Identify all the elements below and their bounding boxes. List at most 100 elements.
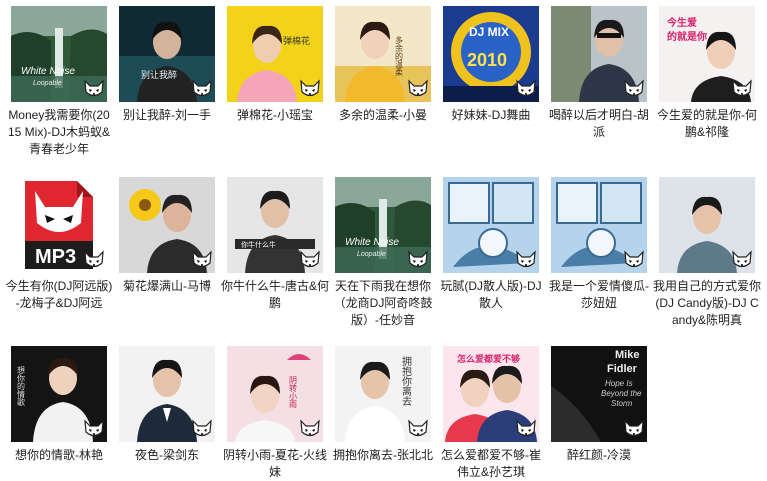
album-title[interactable]: 想你的情歌-林艳 — [5, 447, 113, 464]
album-title[interactable]: 醉红颜-冷漠 — [545, 447, 653, 464]
fox-icon — [624, 419, 644, 437]
svg-text:拥抱你离去: 拥抱你离去 — [400, 355, 412, 406]
album-title[interactable]: 弹棉花-小瑶宝 — [221, 107, 329, 124]
album-cover[interactable]: 阴转小雨 — [227, 346, 323, 442]
album-cover[interactable]: 弹棉花 — [227, 6, 323, 102]
album-tile[interactable]: MP3 今生有你(DJ阿远版)-龙梅子&DJ阿远 — [6, 177, 112, 312]
svg-text:2010: 2010 — [467, 50, 507, 70]
album-cover[interactable]: White Noise Loopable — [11, 6, 107, 102]
album-title[interactable]: 今生爱的就是你-何鹏&祁隆 — [653, 107, 761, 141]
album-cover[interactable]: DJ MIX 2010 — [443, 6, 539, 102]
album-title[interactable]: 多余的温柔-小曼 — [329, 107, 437, 124]
album-cover[interactable] — [659, 177, 755, 273]
fox-icon — [192, 79, 212, 97]
album-cover[interactable]: 怎么爱都爱不够 — [443, 346, 539, 442]
fox-icon — [516, 250, 536, 268]
album-title[interactable]: 我用自己的方式爱你(DJ Candy版)-DJ Candy&陈明真 — [653, 278, 761, 329]
fox-icon — [408, 419, 428, 437]
album-title[interactable]: 今生有你(DJ阿远版)-龙梅子&DJ阿远 — [5, 278, 113, 312]
fox-icon — [516, 419, 536, 437]
fox-icon — [84, 79, 104, 97]
album-tile[interactable]: 夜色-梁剑东 — [117, 346, 217, 464]
album-title[interactable]: 天在下雨我在想你（龙商DJ阿奇咚鼓版）-任妙音 — [329, 278, 437, 329]
album-title[interactable]: 拥抱你离去-张北北 — [329, 447, 437, 464]
album-title[interactable]: 夜色-梁剑东 — [113, 447, 221, 464]
album-cover[interactable] — [551, 177, 647, 273]
album-cover[interactable]: 别让我醉 — [119, 6, 215, 102]
album-tile[interactable]: White Noise Loopable Money我需要你(2015 Mix)-D… — [8, 6, 110, 158]
album-tile[interactable]: Mike Fidler Hope Is Beyond the Storm 醉红颜-冷漠 — [549, 346, 649, 464]
album-title[interactable]: 怎么爱都爱不够-崔伟立&孙艺琪 — [437, 447, 545, 481]
album-title[interactable]: 我是一个爱情傻瓜-莎妞妞 — [545, 278, 653, 312]
album-cover[interactable]: Mike Fidler Hope Is Beyond the Storm — [551, 346, 647, 442]
album-cover[interactable]: 想你的情歌 — [11, 346, 107, 442]
album-tile[interactable]: 拥抱你离去 拥抱你离去-张北北 — [333, 346, 433, 464]
album-tile[interactable]: 怎么爱都爱不够 怎么爱都爱不够-崔伟立&孙艺琪 — [441, 346, 541, 481]
album-tile[interactable]: DJ MIX 2010 好妹妹-DJ舞曲 — [441, 6, 541, 124]
svg-text:怎么爱都爱不够: 怎么爱都爱不够 — [457, 353, 520, 364]
fox-icon — [516, 79, 536, 97]
svg-text:Beyond the: Beyond the — [601, 389, 642, 398]
album-tile[interactable]: 我用自己的方式爱你(DJ Candy版)-DJ Candy&陈明真 — [653, 177, 761, 329]
svg-text:Hope Is: Hope Is — [605, 379, 633, 388]
album-cover[interactable] — [119, 177, 215, 273]
fox-icon — [84, 250, 104, 268]
album-cover[interactable]: 多余的温柔 — [335, 6, 431, 102]
album-title[interactable]: 玩腻(DJ散人版)-DJ散人 — [437, 278, 545, 312]
album-title[interactable]: 别让我醉-刘一手 — [113, 107, 221, 124]
album-cover[interactable]: MP3 — [11, 177, 107, 273]
svg-text:别让我醉: 别让我醉 — [141, 69, 177, 80]
album-tile[interactable]: 今生爱 的就是你 今生爱的就是你-何鹏&祁隆 — [657, 6, 757, 141]
svg-text:DJ MIX: DJ MIX — [469, 25, 509, 39]
album-tile[interactable]: 我是一个爱情傻瓜-莎妞妞 — [549, 177, 649, 312]
album-cover[interactable] — [443, 177, 539, 273]
album-tile[interactable]: 想你的情歌 想你的情歌-林艳 — [9, 346, 109, 464]
album-tile[interactable]: 玩腻(DJ散人版)-DJ散人 — [440, 177, 542, 312]
svg-text:White Noise: White Noise — [345, 237, 399, 248]
album-tile[interactable]: 阴转小雨阴转小雨-夏花-火线妹 — [223, 346, 327, 481]
album-title[interactable]: 喝醉以后才明白-胡派 — [545, 107, 653, 141]
svg-text:Mike: Mike — [615, 349, 639, 361]
album-tile[interactable]: 多余的温柔 多余的温柔-小曼 — [333, 6, 433, 124]
album-title[interactable]: 你牛什么牛-唐古&何鹏 — [221, 278, 329, 312]
fox-icon — [84, 419, 104, 437]
album-cover[interactable]: 你牛什么牛 — [227, 177, 323, 273]
fox-icon — [300, 79, 320, 97]
fox-icon — [300, 250, 320, 268]
album-grid: White Noise Loopable Money我需要你(2015 Mix)-D… — [0, 0, 767, 481]
album-title[interactable]: Money我需要你(2015 Mix)-DJ木蚂蚁&青春老少年 — [5, 107, 113, 158]
fox-icon — [408, 79, 428, 97]
svg-text:弹棉花: 弹棉花 — [283, 35, 310, 46]
fox-icon — [192, 250, 212, 268]
album-title[interactable]: 阴转小雨-夏花-火线妹 — [221, 447, 329, 481]
album-cover[interactable]: White Noise Loopable — [335, 177, 431, 273]
album-cover[interactable]: 拥抱你离去 — [335, 346, 431, 442]
album-title[interactable]: 菊花爆满山-马博 — [113, 278, 221, 295]
fox-icon — [624, 250, 644, 268]
album-tile[interactable]: 喝醉以后才明白-胡派 — [549, 6, 649, 141]
album-tile[interactable]: 弹棉花 弹棉花-小瑶宝 — [225, 6, 325, 124]
fox-icon — [624, 79, 644, 97]
album-cover[interactable] — [551, 6, 647, 102]
album-tile[interactable]: White Noise Loopable 天在下雨我在想你（龙商DJ阿奇咚鼓版）-任… — [333, 177, 433, 329]
svg-text:White Noise: White Noise — [21, 66, 75, 77]
svg-text:阴转小雨: 阴转小雨 — [289, 376, 298, 409]
album-cover[interactable]: 今生爱 的就是你 — [659, 6, 755, 102]
album-tile[interactable]: 别让我醉 别让我醉-刘一手 — [117, 6, 217, 124]
fox-icon — [192, 419, 212, 437]
album-tile[interactable]: 菊花爆满山-马博 — [117, 177, 217, 295]
svg-text:Storm: Storm — [611, 399, 633, 408]
svg-text:多余的温柔: 多余的温柔 — [395, 35, 404, 77]
svg-text:Fidler: Fidler — [607, 363, 638, 375]
svg-text:想你的情歌: 想你的情歌 — [17, 365, 26, 407]
album-tile[interactable]: 你牛什么牛你牛什么牛-唐古&何鹏 — [221, 177, 329, 312]
fox-icon — [300, 419, 320, 437]
svg-text:你牛什么牛: 你牛什么牛 — [241, 240, 276, 249]
fox-icon — [408, 250, 428, 268]
album-title[interactable]: 好妹妹-DJ舞曲 — [437, 107, 545, 124]
album-cover[interactable] — [119, 346, 215, 442]
svg-text:Loopable: Loopable — [33, 80, 62, 87]
fox-icon — [732, 79, 752, 97]
svg-text:Loopable: Loopable — [357, 251, 386, 258]
fox-icon — [732, 250, 752, 268]
